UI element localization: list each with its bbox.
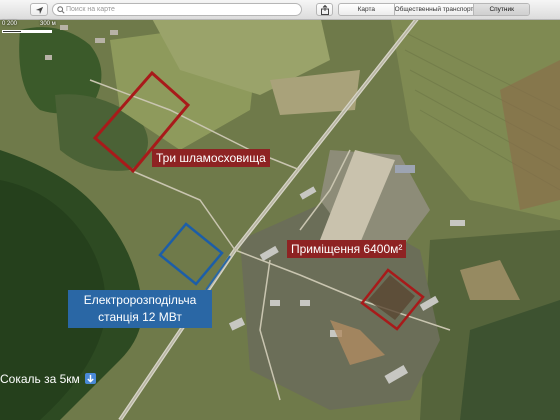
scale-label-200: 200 [7,21,18,27]
substation-label-line2: станція 12 МВт [98,310,182,324]
search-input[interactable] [66,4,296,15]
satellite-map[interactable] [0,0,560,420]
search-field[interactable] [52,3,302,16]
scale-segment [2,30,22,33]
down-arrow-icon [85,373,97,384]
premises-label: Приміщення 6400м² [287,240,407,258]
location-arrow-icon [35,6,44,15]
map-toolbar: Карта Общественный транспорт Спутник [0,0,560,20]
view-mode-switch: Карта Общественный транспорт Спутник [338,3,530,16]
scale-label-300: 300 м [40,21,56,27]
scale-segment [22,30,52,33]
scale-label-0: 0 [2,21,6,27]
share-icon [321,5,329,15]
tailings-label: Три шламосховища [152,149,270,167]
share-button[interactable] [316,3,333,16]
sokal-label-text: Сокаль за 5км [0,372,80,386]
view-mode-map[interactable]: Карта [339,4,394,15]
view-mode-satellite[interactable]: Спутник [474,4,529,15]
view-mode-transit[interactable]: Общественный транспорт [395,4,474,15]
sokal-label: Сокаль за 5км [0,370,100,388]
scale-bar: 0 200 300 м [2,21,72,35]
substation-label-line1: Електророзподільча [83,293,197,307]
magnifier-icon [57,6,65,14]
locate-button[interactable] [30,3,48,16]
substation-label: Електророзподільча станція 12 МВт [68,290,212,328]
